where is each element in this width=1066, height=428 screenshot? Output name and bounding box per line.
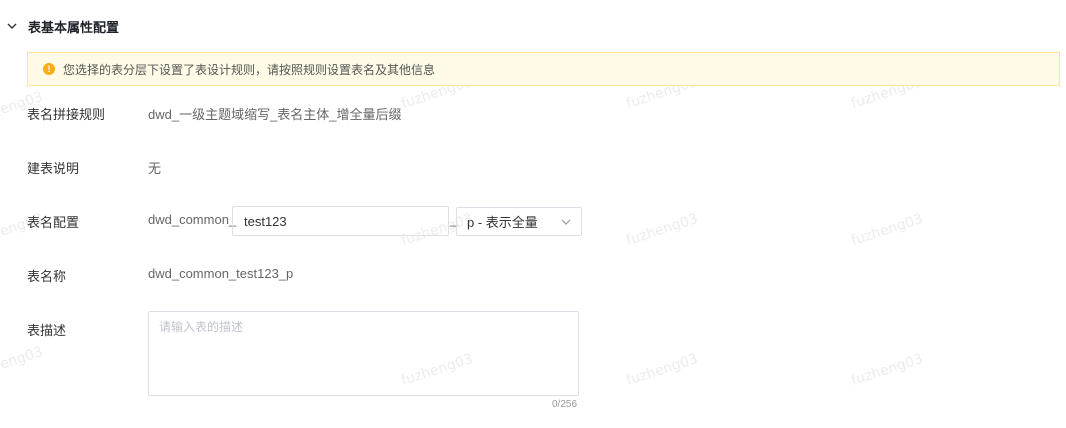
table-name-input[interactable] — [232, 206, 449, 236]
section-header-toggle[interactable]: 表基本属性配置 — [6, 16, 119, 36]
watermark: fuzheng03 — [624, 350, 700, 390]
watermark: fuzheng03 — [624, 210, 700, 250]
char-counter: 0/256 — [552, 399, 578, 410]
watermark: fuzheng03 — [849, 350, 925, 390]
section-title: 表基本属性配置 — [28, 19, 120, 35]
suffix-select[interactable]: p - 表示全量 — [456, 207, 582, 236]
table-name-label: 表名称 — [27, 269, 67, 284]
suffix-select-value: p - 表示全量 — [467, 215, 538, 230]
description-textarea[interactable] — [148, 311, 579, 396]
rule-value: dwd_一级主题域缩写_表名主体_增全量后缀 — [148, 107, 402, 122]
table-name-value: dwd_common_test123_p — [148, 266, 294, 281]
build-note-label: 建表说明 — [27, 161, 80, 176]
build-note-value: 无 — [148, 161, 162, 176]
name-config-label: 表名配置 — [27, 215, 80, 230]
rule-label: 表名拼接规则 — [27, 107, 106, 122]
name-prefix: dwd_common_ — [148, 212, 237, 227]
description-label: 表描述 — [27, 323, 67, 338]
warning-icon: ! — [43, 63, 55, 75]
chevron-down-icon — [6, 20, 18, 32]
watermark: fuzheng03 — [0, 343, 45, 383]
alert-text: 您选择的表分层下设置了表设计规则，请按照规则设置表名及其他信息 — [63, 62, 436, 77]
info-alert: ! 您选择的表分层下设置了表设计规则，请按照规则设置表名及其他信息 — [27, 52, 1060, 86]
watermark: fuzheng03 — [849, 210, 925, 250]
chevron-down-icon — [561, 217, 571, 227]
